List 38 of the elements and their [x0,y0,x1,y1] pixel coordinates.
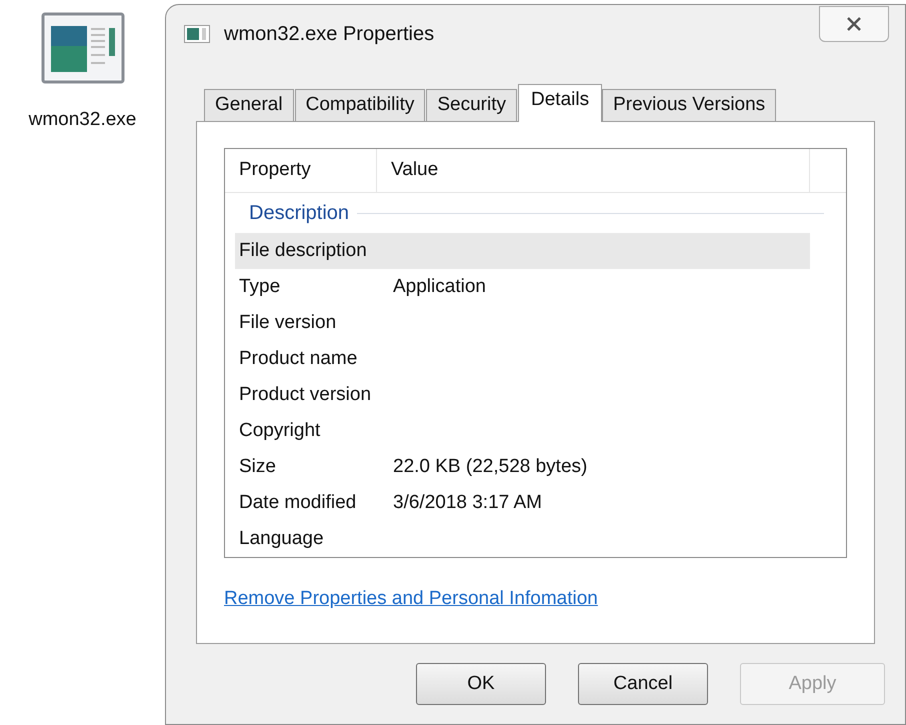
property-name: File description [238,238,368,263]
property-value: 3/6/2018 3:17 AM [392,490,542,515]
dialog-button[interactable]: OK [416,663,546,705]
property-row[interactable]: Copyright [235,413,810,449]
property-name: Copyright [238,418,322,443]
column-header[interactable]: Property [225,149,377,192]
window-title: wmon32.exe Properties [224,22,434,47]
file-name: wmon32.exe [28,108,136,132]
property-name: Product version [238,382,372,407]
property-name: Product name [238,346,358,371]
window-icon [184,25,210,43]
property-row[interactable]: Size 22.0 KB (22,528 bytes) [235,449,810,485]
dialog-button[interactable]: Cancel [578,663,708,705]
property-row[interactable]: File description [235,233,810,269]
property-row[interactable]: File version [235,305,810,341]
remove-properties-link[interactable]: Remove Properties and Personal Infomation [224,585,598,614]
property-name: Language [238,526,325,551]
tab[interactable]: Previous Versions [602,89,776,121]
tab[interactable]: Compatibility [294,89,426,121]
property-row[interactable]: Type Application [235,269,810,305]
group-header: Description [249,201,350,226]
close-icon [846,17,862,31]
tab[interactable]: General [204,89,294,121]
property-name: Size [238,454,277,479]
property-row[interactable]: Language [235,521,810,557]
property-row[interactable]: Product version [235,377,810,413]
column-header[interactable]: Value [377,149,810,192]
property-row[interactable]: Product name [235,341,810,377]
property-name: Type [238,274,282,299]
tab[interactable]: Details [518,84,602,122]
property-value: 22.0 KB (22,528 bytes) [392,454,588,479]
application-icon[interactable] [40,12,124,84]
property-value: Application [392,274,486,299]
property-row[interactable]: Date modified 3/6/2018 3:17 AM [235,485,810,521]
property-name: File version [238,310,338,335]
close-button[interactable] [819,6,889,42]
property-name: Date modified [238,490,358,515]
tab[interactable]: Security [426,89,518,121]
